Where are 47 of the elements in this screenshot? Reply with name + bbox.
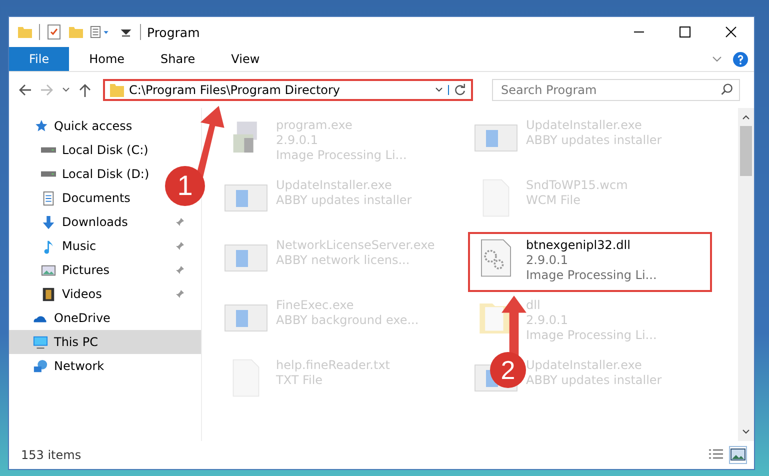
drive-icon <box>41 171 56 177</box>
maximize-icon <box>679 26 691 38</box>
up-icon[interactable] <box>77 82 93 98</box>
address-path: C:\Program Files\Program Directory <box>129 83 342 97</box>
refresh-icon[interactable] <box>453 83 467 97</box>
down-arrow-icon <box>41 214 56 230</box>
window-title: Program <box>147 24 200 40</box>
nav-item[interactable]: Quick access <box>9 114 140 138</box>
back-icon[interactable] <box>17 82 33 98</box>
address-bar[interactable]: C:\Program Files\Program Directory <box>103 79 473 101</box>
close-icon <box>725 26 737 38</box>
item-count: 153 items <box>21 448 82 462</box>
nav-item[interactable]: OneDrive <box>9 306 118 330</box>
nav-item[interactable]: Downloads <box>9 210 201 234</box>
film-icon <box>41 286 56 302</box>
monitor-icon <box>33 334 48 350</box>
dropdown-caret-icon[interactable] <box>434 85 449 95</box>
ribbon-tab[interactable]: File <box>9 47 70 71</box>
checklist-icon[interactable] <box>46 24 62 40</box>
nav-item[interactable]: Local Disk (D:) <box>9 162 158 186</box>
drive-icon <box>41 147 56 153</box>
picture-icon <box>41 262 56 278</box>
search-icon <box>720 83 734 97</box>
file-item[interactable]: btnexgenipl32.dll 2.9.0.1 Image Processing Li... <box>468 232 712 292</box>
nav-item[interactable]: Local Disk (C:) <box>9 138 156 162</box>
nav-item[interactable]: Documents <box>9 186 138 210</box>
nav-item[interactable]: Videos <box>9 282 201 306</box>
folder-icon <box>109 82 125 98</box>
file-detail: 2.9.0.1 <box>526 253 569 268</box>
nav-item[interactable]: Network <box>9 354 112 378</box>
star-icon <box>33 118 48 134</box>
minimize-icon <box>633 31 645 33</box>
network-icon <box>33 358 48 374</box>
document-icon <box>41 190 56 206</box>
nav-item[interactable]: Pictures <box>9 258 201 282</box>
large-icons-view-icon[interactable] <box>730 447 746 463</box>
ribbon-tab[interactable]: View <box>215 47 276 71</box>
scrollbar[interactable] <box>738 108 754 441</box>
help-icon[interactable] <box>733 52 748 66</box>
ribbon-tab[interactable]: Home <box>73 47 141 71</box>
search-field[interactable]: Search Program <box>492 79 740 101</box>
ribbon-tab[interactable]: Share <box>144 47 212 71</box>
file-name: btnexgenipl32.dll <box>526 238 632 253</box>
nav-item[interactable]: This PC <box>9 330 201 354</box>
nav-item[interactable]: Music <box>9 234 201 258</box>
file-detail: Image Processing Li... <box>526 268 657 283</box>
scroll-thumb[interactable] <box>740 126 752 176</box>
